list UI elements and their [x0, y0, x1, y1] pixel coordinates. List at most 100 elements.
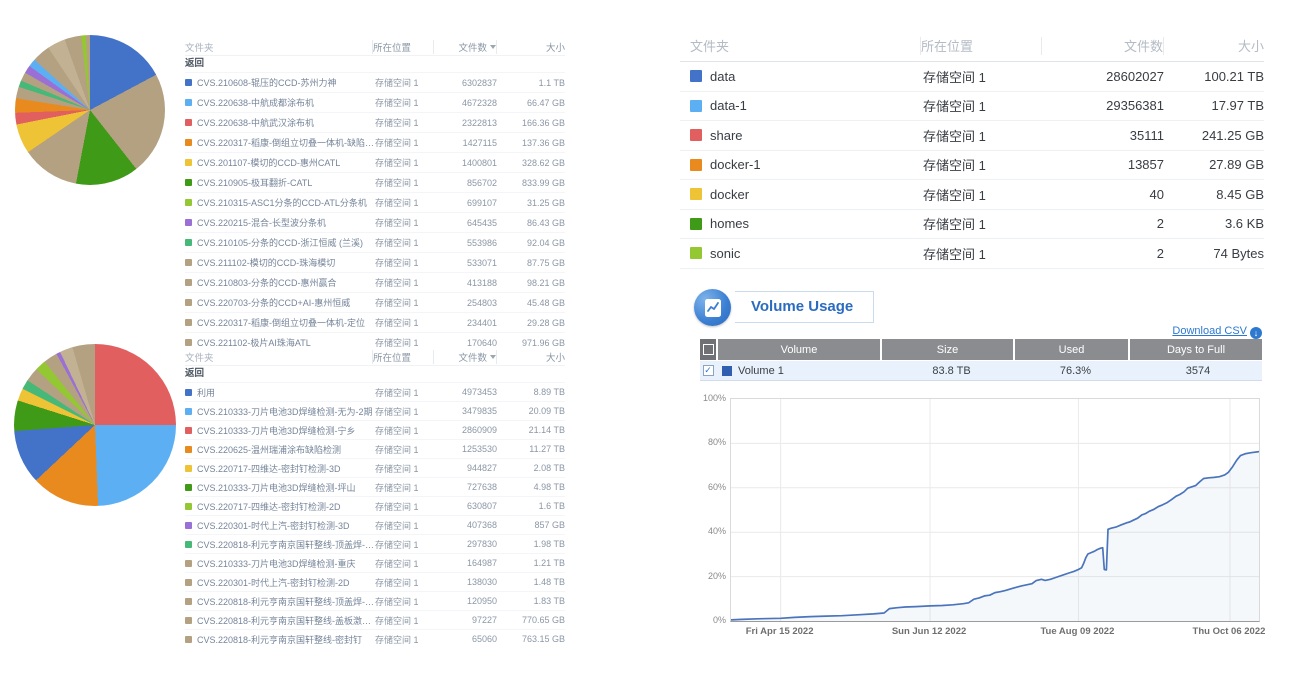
folder-pie-chart-top[interactable] [15, 35, 165, 185]
size-cell: 27.89 GB [1164, 157, 1264, 172]
filecount-cell: 699107 [435, 198, 497, 208]
table-row[interactable]: CVS.210905-极耳翻折-CATL存储空间 1856702833.99 G… [185, 172, 565, 192]
legend-color-square [185, 503, 192, 510]
table-row[interactable]: CVS.220317-稻康-倒组立切叠一体机-缺陷检测存储空间 11427115… [185, 132, 565, 152]
folder-name: docker-1 [710, 157, 761, 172]
table-row[interactable]: CVS.220818-利元亨南京国轩整线-顶盖焊-3D存储空间 12978301… [185, 534, 565, 553]
table-row[interactable]: CVS.220301-时代上汽-密封钉检测-2D存储空间 11380301.48… [185, 572, 565, 591]
col-header-size[interactable]: 大小 [496, 350, 565, 364]
table-row[interactable]: docker-1存储空间 11385727.89 GB [680, 151, 1264, 181]
table-row[interactable]: CVS.210608-辊压的CCD-苏州力神存储空间 163028371.1 T… [185, 72, 565, 92]
table-row[interactable]: homes存储空间 123.6 KB [680, 210, 1264, 240]
col-header-filecount[interactable]: 文件数 [433, 350, 496, 364]
table-row[interactable]: CVS.210803-分条的CCD-惠州赢合存储空间 141318898.21 … [185, 272, 565, 292]
select-all-checkbox-cell[interactable] [700, 339, 716, 360]
filecount-cell: 6302837 [435, 78, 497, 88]
col-header-used[interactable]: Used [1015, 339, 1128, 360]
col-header-folder[interactable]: 文件夹 [185, 40, 372, 54]
col-header-volume[interactable]: Volume [718, 339, 880, 360]
table-row[interactable]: docker存储空间 1408.45 GB [680, 180, 1264, 210]
row-checkbox-cell[interactable]: ✓ [700, 361, 716, 380]
legend-color-square [185, 299, 192, 306]
filecount-cell: 1400801 [435, 158, 497, 168]
folder-name: CVS.210333-刀片电池3D焊缝检测-无为-2期 [197, 405, 373, 418]
size-cell: 100.21 TB [1164, 69, 1264, 84]
table-row[interactable]: data-1存储空间 12935638117.97 TB [680, 92, 1264, 122]
col-header-size[interactable]: 大小 [496, 40, 565, 54]
table-row[interactable]: CVS.201107-模切的CCD-惠州CATL存储空间 11400801328… [185, 152, 565, 172]
table-row[interactable]: CVS.210333-刀片电池3D焊缝检测-坪山存储空间 17276384.98… [185, 477, 565, 496]
legend-color-square [185, 159, 192, 166]
folder-name-cell: CVS.220317-稻康-倒组立切叠一体机-缺陷检测 [185, 136, 375, 149]
filecount-cell: 2322813 [435, 118, 497, 128]
col-header-location[interactable]: 所在位置 [372, 350, 433, 364]
table-row[interactable]: CVS.210105-分条的CCD-浙江恒威 (兰溪)存储空间 15539869… [185, 232, 565, 252]
table-row[interactable]: CVS.220818-利元亨南京国轩整线-密封钉存储空间 165060763.1… [185, 629, 565, 648]
legend-color-square [185, 259, 192, 266]
size-cell: 66.47 GB [497, 98, 565, 108]
col-header-size[interactable]: Size [882, 339, 1013, 360]
folder-name-cell: CVS.210333-刀片电池3D焊缝检测-宁乡 [185, 424, 375, 437]
download-csv: Download CSV↓ [0, 325, 1262, 339]
table-row[interactable]: CVS.220625-温州瑞浦涂布缺陷检测存储空间 1125353011.27 … [185, 439, 565, 458]
legend-color-square [690, 218, 702, 230]
folder-name: homes [710, 216, 749, 231]
col-header-folder[interactable]: 文件夹 [680, 37, 920, 55]
legend-color-square [185, 541, 192, 548]
chart-plot-area[interactable] [730, 398, 1260, 622]
col-header-days-to-full[interactable]: Days to Full [1130, 339, 1262, 360]
download-csv-link[interactable]: Download CSV [1172, 325, 1247, 337]
col-header-filecount[interactable]: 文件数 [1041, 37, 1163, 55]
table-row[interactable]: CVS.211102-模切的CCD-珠海模切存储空间 153307187.75 … [185, 252, 565, 272]
legend-color-square [185, 199, 192, 206]
col-header-location[interactable]: 所在位置 [920, 37, 1041, 55]
location-cell: 存储空间 1 [375, 136, 435, 149]
table-row[interactable]: sonic存储空间 1274 Bytes [680, 239, 1264, 269]
table-row[interactable]: CVS.220717-四维达-密封钉检测-2D存储空间 16308071.6 T… [185, 496, 565, 515]
col-header-filecount[interactable]: 文件数 [433, 40, 496, 54]
legend-color-square [690, 247, 702, 259]
table-row[interactable]: CVS.210333-刀片电池3D焊缝检测-重庆存储空间 11649871.21… [185, 553, 565, 572]
size-cell: 98.21 GB [497, 278, 565, 288]
table-row[interactable]: CVS.220703-分条的CCD+AI-惠州恒威存储空间 125480345.… [185, 292, 565, 312]
folder-name: CVS.220638-中航武汉涂布机 [197, 116, 314, 129]
folder-name-cell: CVS.210803-分条的CCD-惠州赢合 [185, 276, 375, 289]
table-row[interactable]: CVS.220638-中航成都涂布机存储空间 1467232866.47 GB [185, 92, 565, 112]
select-all-checkbox[interactable] [703, 344, 714, 355]
table-row[interactable]: CVS.210315-ASC1分条的CCD-ATL分条机存储空间 1699107… [185, 192, 565, 212]
folder-name: CVS.210803-分条的CCD-惠州赢合 [197, 276, 337, 289]
table-row[interactable]: 利用存储空间 149734538.89 TB [185, 382, 565, 401]
table-row[interactable]: CVS.220301-时代上汽-密封钉检测-3D存储空间 1407368857 … [185, 515, 565, 534]
location-cell: 存储空间 1 [923, 185, 1043, 204]
folder-name-cell: CVS.220818-利元亨南京国轩整线-盖板激光焊厚... [185, 614, 375, 627]
table-row[interactable]: CVS.220818-利元亨南京国轩整线-顶盖焊-2D存储空间 11209501… [185, 591, 565, 610]
table-row[interactable]: CVS.220818-利元亨南京国轩整线-盖板激光焊厚...存储空间 19722… [185, 610, 565, 629]
table-row[interactable]: CVS.220215-混合-长型波分条机存储空间 164543586.43 GB [185, 212, 565, 232]
location-cell: 存储空间 1 [375, 256, 435, 269]
legend-color-square [185, 99, 192, 106]
back-link[interactable]: 返回 [185, 366, 565, 382]
table-row[interactable]: CVS.210333-刀片电池3D焊缝检测-宁乡存储空间 1286090921.… [185, 420, 565, 439]
volume-legend-square [722, 366, 732, 376]
col-header-location[interactable]: 所在位置 [372, 40, 433, 54]
col-header-folder[interactable]: 文件夹 [185, 350, 372, 364]
folder-name-cell: data-1 [680, 98, 923, 113]
row-checkbox[interactable]: ✓ [703, 365, 714, 376]
table-row[interactable]: CVS.220638-中航武汉涂布机存储空间 12322813166.36 GB [185, 112, 565, 132]
table-row[interactable]: CVS.220717-四维达-密封钉检测-3D存储空间 19448272.08 … [185, 458, 565, 477]
table-row[interactable]: share存储空间 135111241.25 GB [680, 121, 1264, 151]
table-row[interactable]: CVS.210333-刀片电池3D焊缝检测-无为-2期存储空间 13479835… [185, 401, 565, 420]
back-link[interactable]: 返回 [185, 56, 565, 72]
storage-analyzer-page: { "palette": { "blue": "#4273c8", "light… [0, 0, 1300, 686]
col-header-size[interactable]: 大小 [1163, 37, 1264, 55]
table-row[interactable]: data存储空间 128602027100.21 TB [680, 62, 1264, 92]
folder-pie-chart-bottom[interactable] [14, 344, 176, 506]
folder-name-cell: docker-1 [680, 157, 923, 172]
volume-row[interactable]: ✓ Volume 1 83.8 TB 76.3% 3574 [700, 361, 1262, 381]
location-cell: 存储空间 1 [375, 236, 435, 249]
folder-table-bottom: 文件夹 所在位置 文件数 大小 返回 利用存储空间 149734538.89 T… [185, 348, 565, 648]
folder-name: share [710, 128, 743, 143]
download-icon[interactable]: ↓ [1250, 327, 1262, 339]
size-cell: 1.1 TB [497, 78, 565, 88]
filecount-cell: 65060 [435, 634, 497, 644]
